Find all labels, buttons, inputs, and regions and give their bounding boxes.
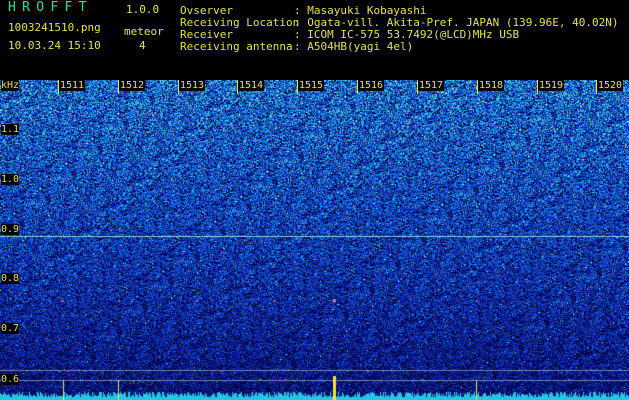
minute-label-1515: 1515 bbox=[298, 80, 325, 91]
minute-label-1512: 1512 bbox=[119, 80, 146, 91]
freq-tick-1-0: 1.0 bbox=[1, 174, 20, 185]
meteor-count: 4 bbox=[139, 39, 146, 52]
minute-label-1520: 1520 bbox=[597, 80, 624, 91]
minute-label-1517: 1517 bbox=[418, 80, 445, 91]
antenna-value: : A504HB(yagi 4el) bbox=[294, 40, 414, 53]
header-panel: HROFFT 1.0.0 1003241510.png 10.03.24 15:… bbox=[0, 0, 629, 80]
minute-label-1514: 1514 bbox=[238, 80, 265, 91]
meteor-label: meteor bbox=[124, 25, 164, 38]
app-version: 1.0.0 bbox=[126, 3, 160, 16]
freq-tick-0-8: 0.8 bbox=[1, 273, 20, 284]
image-filename: 1003241510.png bbox=[8, 21, 101, 34]
freq-tick-0-7: 0.7 bbox=[1, 323, 20, 334]
minute-label-1513: 1513 bbox=[179, 80, 206, 91]
freq-tick-0-6: 0.6 bbox=[1, 374, 20, 385]
spectrogram-display bbox=[0, 80, 629, 400]
minute-label-1511: 1511 bbox=[59, 80, 86, 91]
frequency-unit-label: kHz bbox=[1, 80, 20, 91]
timestamp: 10.03.24 15:10 bbox=[8, 39, 101, 52]
minute-label-1518: 1518 bbox=[478, 80, 505, 91]
minute-label-1519: 1519 bbox=[538, 80, 565, 91]
antenna-label: Receiving antenna bbox=[180, 40, 293, 53]
freq-tick-0-9: 0.9 bbox=[1, 224, 20, 235]
freq-tick-1-1: 1.1 bbox=[1, 124, 20, 135]
app-title: HROFFT bbox=[8, 0, 93, 15]
minute-label-1516: 1516 bbox=[358, 80, 385, 91]
